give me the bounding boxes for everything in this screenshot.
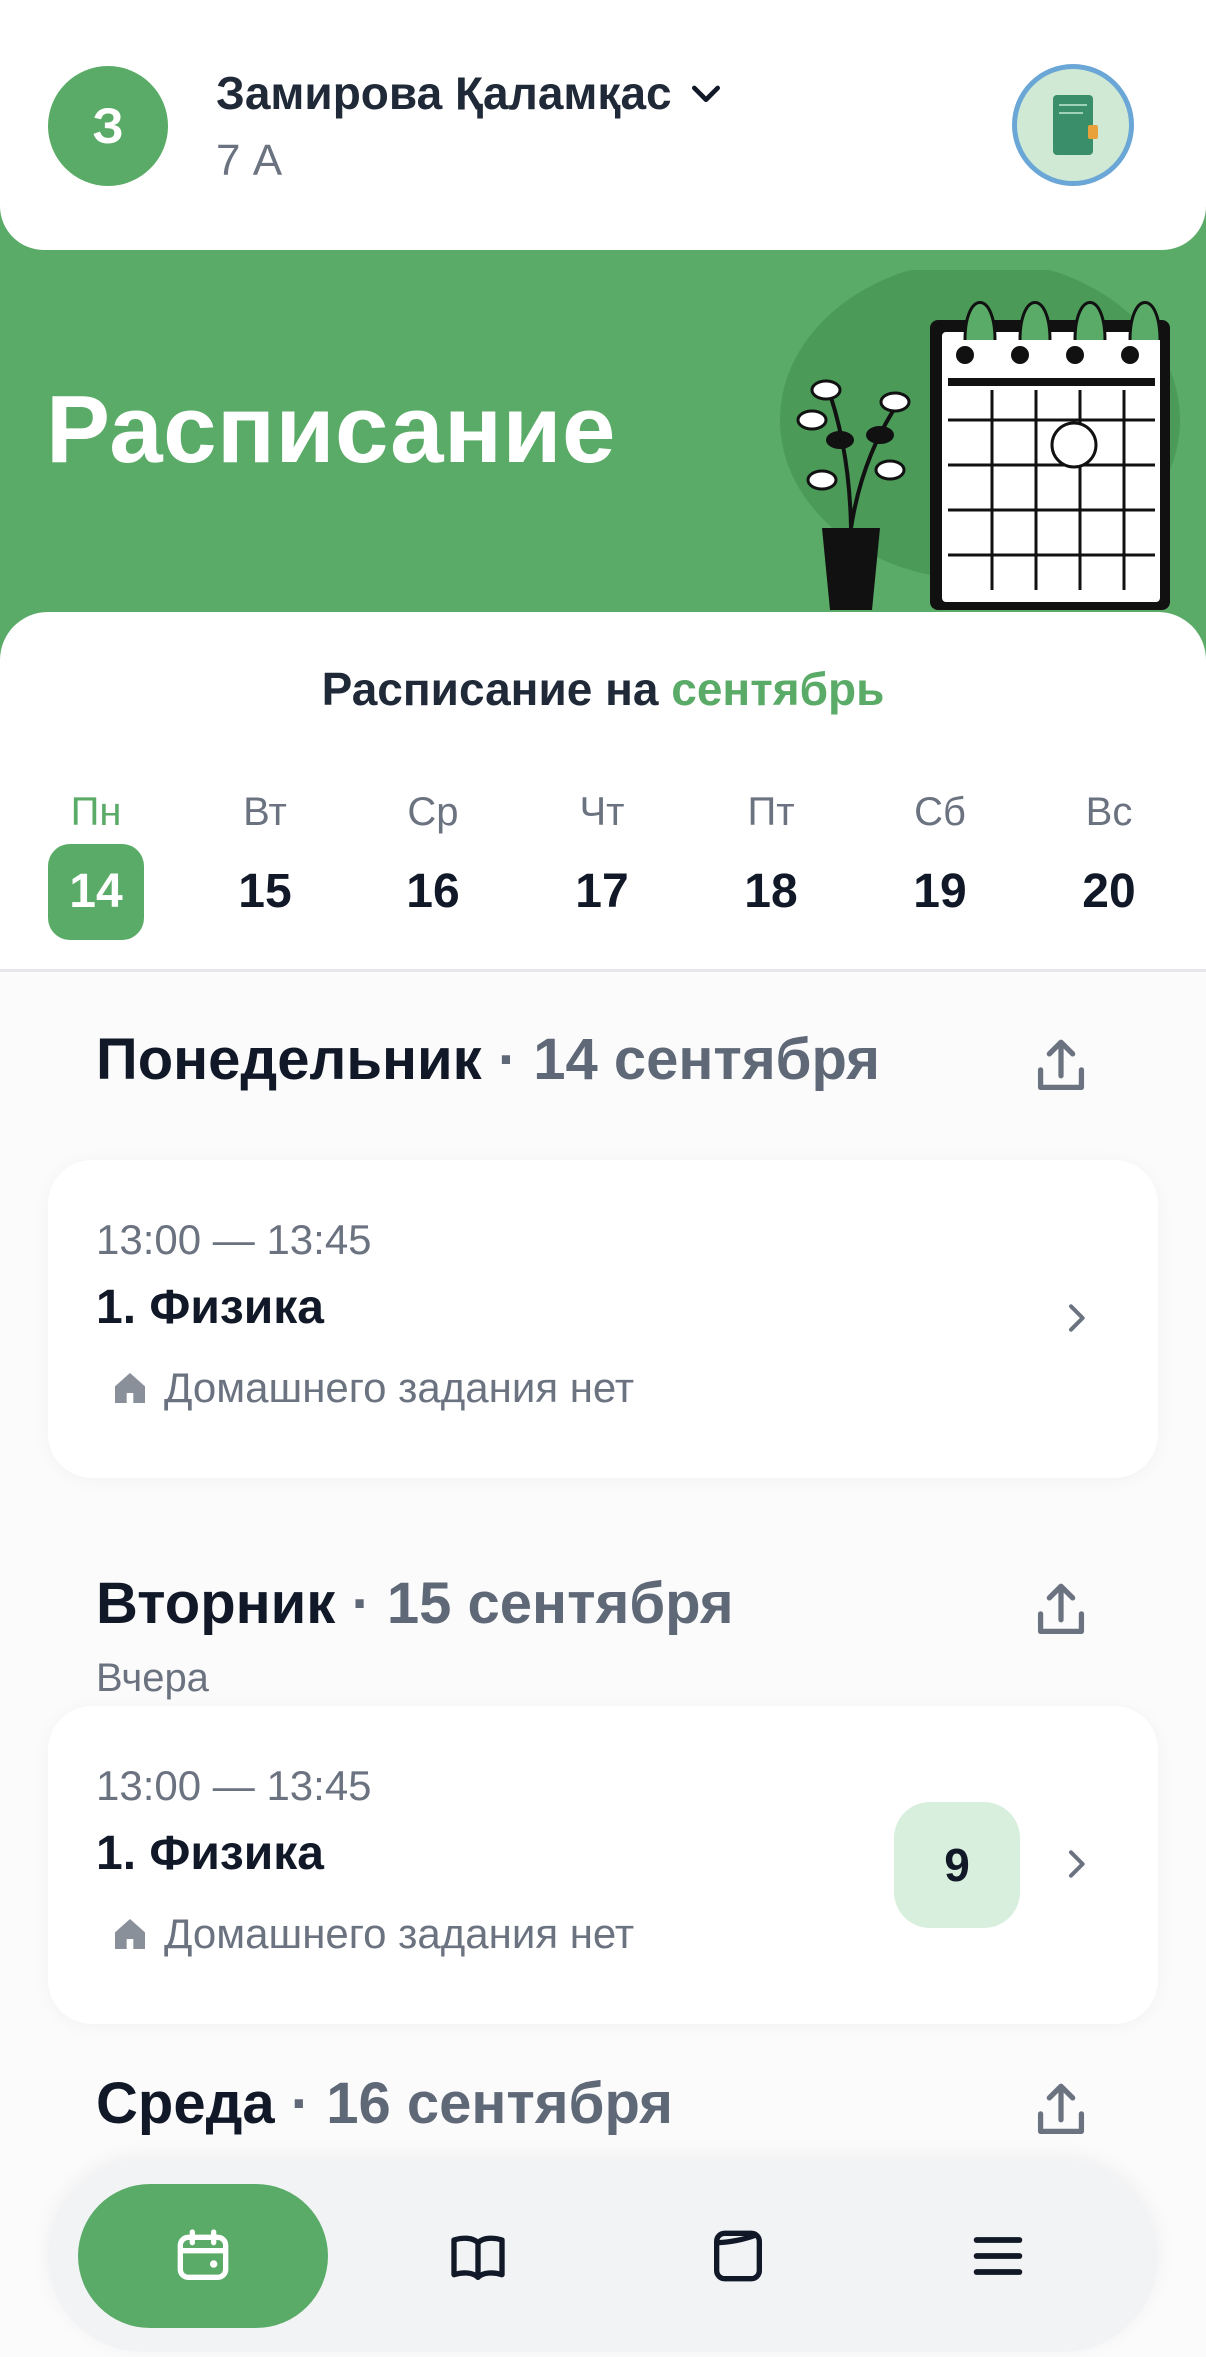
day-number: 17 [575, 865, 629, 918]
grade-badge[interactable]: 9 [894, 1802, 1020, 1928]
book-icon [451, 2235, 505, 2280]
day-number: 18 [744, 865, 798, 918]
menu-icon [973, 2237, 1023, 2275]
day-tab-sat[interactable]: Сб 19 [890, 782, 990, 942]
schedule-sheet: Расписание на сентябрь Пн 14 Вт 15 Ср 16… [0, 612, 1206, 2357]
homework-text: Домашнего задания нет [164, 1364, 635, 1411]
day-number: 19 [913, 865, 967, 918]
month-selector[interactable]: Расписание на сентябрь [0, 662, 1206, 716]
home-icon [115, 1373, 145, 1403]
month-prefix: Расписание на [321, 663, 659, 715]
homework-status: Домашнего задания нет [110, 1910, 634, 1958]
day-name: Чт [579, 790, 625, 834]
student-switcher[interactable]: Замирова Қаламқас [216, 66, 726, 120]
lesson-subject: 1. Физика [96, 1827, 324, 1880]
week-strip: Пн 14 Вт 15 Ср 16 Чт 17 Пт 18 Сб 19 Вс 2… [0, 782, 1206, 942]
day-number: 15 [238, 865, 292, 918]
lesson-card[interactable]: 13:00 — 13:45 1. Физика Домашнего задани… [48, 1706, 1158, 2024]
day-heading-name: Среда [96, 2071, 275, 2136]
school-logo-icon [1053, 95, 1098, 155]
student-class: 7 А [216, 136, 283, 185]
home-icon [115, 1919, 145, 1949]
day-name: Пт [747, 790, 795, 834]
nav-menu[interactable] [908, 2184, 1088, 2328]
day-heading-name: Понедельник [96, 1027, 482, 1092]
lesson-time: 13:00 — 13:45 [96, 1216, 372, 1263]
day-heading-tue: Вторник · 15 сентября [96, 1570, 734, 1637]
day-number: 16 [406, 865, 460, 918]
day-heading-wed: Среда · 16 сентября [96, 2070, 673, 2137]
page-title: Расписание [46, 376, 616, 483]
chevron-right-icon [1069, 1850, 1085, 1878]
day-tab-tue[interactable]: Вт 15 [215, 782, 315, 942]
homework-text: Домашнего задания нет [164, 1910, 635, 1957]
share-icon[interactable] [1026, 2076, 1096, 2146]
month-name: сентябрь [671, 663, 885, 715]
nav-diary[interactable] [388, 2184, 568, 2328]
day-relative-label: Вчера [96, 1656, 209, 1700]
nav-wallet[interactable] [648, 2184, 828, 2328]
day-name: Вс [1085, 790, 1133, 834]
lesson-card[interactable]: 13:00 — 13:45 1. Физика Домашнего задани… [48, 1160, 1158, 1478]
schedule-list[interactable]: Понедельник · 14 сентября 13:00 — 13:45 … [0, 972, 1206, 2357]
chevron-down-icon [691, 85, 720, 102]
calendar-icon [177, 2229, 229, 2280]
day-heading-mon: Понедельник · 14 сентября [96, 1026, 880, 1093]
share-icon[interactable] [1026, 1576, 1096, 1646]
day-tab-mon[interactable]: Пн 14 [46, 782, 146, 942]
bottom-nav [48, 2160, 1158, 2352]
calendar-plant-illustration [780, 270, 1180, 610]
share-icon[interactable] [1026, 1032, 1096, 1102]
day-number: 14 [48, 844, 144, 940]
day-number: 20 [1082, 865, 1136, 918]
day-tab-fri[interactable]: Пт 18 [721, 782, 821, 942]
day-name: Пн [70, 790, 122, 834]
day-heading-date: · 15 сентября [351, 1571, 734, 1636]
student-name: Замирова Қаламқас [216, 67, 672, 119]
day-tab-wed[interactable]: Ср 16 [383, 782, 483, 942]
nav-schedule[interactable] [78, 2184, 328, 2328]
day-tab-sun[interactable]: Вс 20 [1059, 782, 1159, 942]
day-name: Ср [407, 790, 459, 834]
avatar[interactable]: З [48, 66, 168, 186]
lesson-time: 13:00 — 13:45 [96, 1762, 372, 1809]
homework-status: Домашнего задания нет [110, 1364, 634, 1412]
day-heading-date: · 16 сентября [290, 2071, 673, 2136]
school-logo[interactable] [1012, 64, 1134, 186]
lesson-subject: 1. Физика [96, 1281, 324, 1334]
day-heading-date: · 14 сентября [497, 1027, 881, 1092]
day-name: Вт [243, 790, 287, 834]
wallet-icon [714, 2230, 762, 2282]
day-tab-thu[interactable]: Чт 17 [552, 782, 652, 942]
chevron-right-icon [1069, 1304, 1085, 1332]
day-heading-name: Вторник [96, 1571, 336, 1636]
student-header: З Замирова Қаламқас 7 А [0, 0, 1206, 250]
day-name: Сб [914, 790, 966, 834]
